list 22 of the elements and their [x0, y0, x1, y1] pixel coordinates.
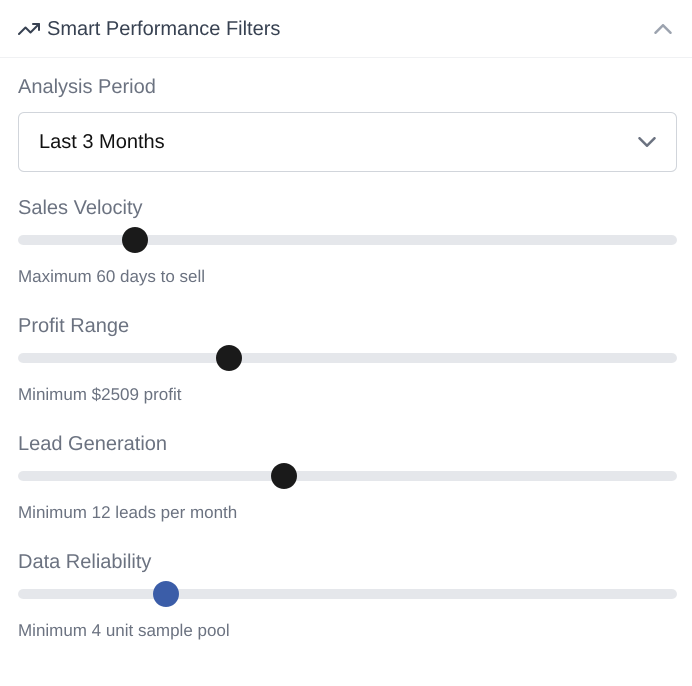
slider-track[interactable]: [18, 345, 677, 371]
period-select[interactable]: Last 3 Months: [18, 112, 677, 172]
slider-track[interactable]: [18, 227, 677, 253]
panel-title: Smart Performance Filters: [47, 16, 280, 40]
slider-label: Lead Generation: [18, 432, 168, 456]
slider-thumb[interactable]: [271, 463, 298, 489]
slider-label: Sales Velocity: [18, 196, 144, 220]
chevron-down-icon: [638, 137, 656, 147]
slider-label: Data Reliability: [18, 550, 152, 574]
slider-thumb[interactable]: [122, 227, 148, 253]
slider-hint: Minimum 12 leads per month: [18, 503, 238, 523]
slider-track[interactable]: [18, 463, 677, 489]
field-label: Analysis Period: [18, 75, 157, 99]
slider-thumb[interactable]: [152, 581, 179, 607]
trending-up-icon: [18, 22, 40, 34]
slider-hint: Maximum 60 days to sell: [18, 267, 206, 287]
slider-track[interactable]: [18, 581, 677, 607]
slider-label: Profit Range: [18, 314, 130, 338]
chevron-up-icon: [654, 24, 672, 34]
slider-thumb[interactable]: [216, 345, 242, 371]
slider-hint: Minimum 4 unit sample pool: [18, 621, 231, 641]
slider-hint: Minimum $2509 profit: [18, 385, 182, 405]
